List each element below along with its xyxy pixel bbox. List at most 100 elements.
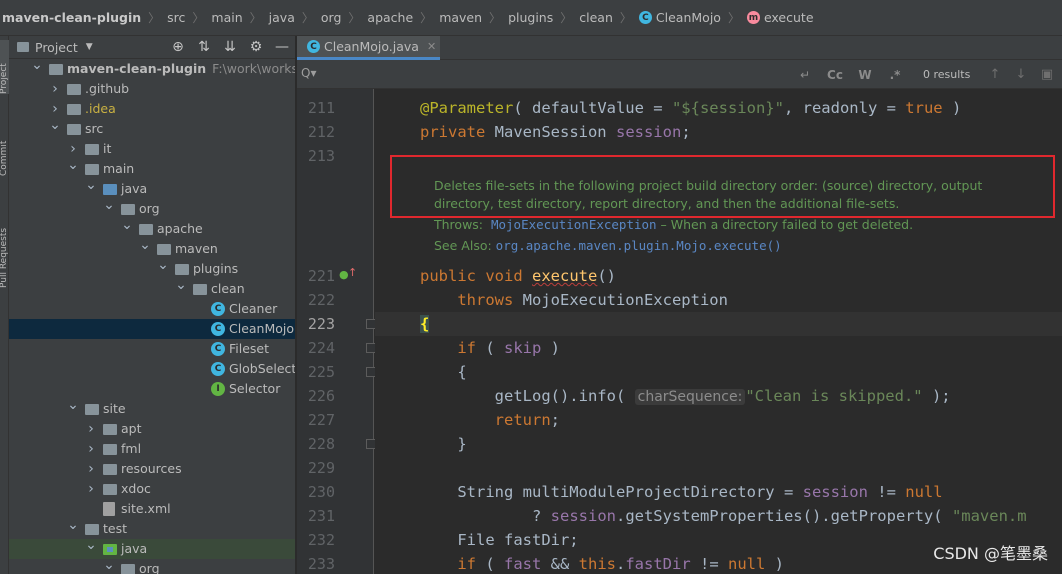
- throws-type-link[interactable]: MojoExecutionException: [491, 217, 657, 232]
- tree-item[interactable]: C GlobSelector: [9, 359, 295, 379]
- tree-item[interactable]: › fml: [9, 439, 295, 459]
- tree-item[interactable]: ⌄ site: [9, 397, 295, 419]
- tree-item[interactable]: › it: [9, 139, 295, 159]
- tree-item-label: org: [139, 559, 160, 574]
- chevron-right-icon[interactable]: ›: [85, 479, 97, 499]
- arrow-up-icon[interactable]: ↑: [982, 67, 1008, 82]
- project-view-selector[interactable]: Project: [35, 40, 78, 55]
- tree-item[interactable]: ⌄ maven: [9, 237, 295, 259]
- chevron-down-icon[interactable]: ⌄: [139, 235, 151, 255]
- collapse-all-icon[interactable]: ⇊: [217, 36, 243, 59]
- minimize-icon[interactable]: —: [269, 36, 295, 59]
- project-tool-tab[interactable]: Project: [0, 40, 9, 94]
- chevron-down-icon[interactable]: ⌄: [49, 115, 61, 135]
- line-number: 231: [307, 507, 335, 525]
- tree-item[interactable]: ⌄ java: [9, 537, 295, 559]
- regex-toggle[interactable]: .*: [880, 68, 910, 82]
- breadcrumb-label: clean: [579, 10, 613, 25]
- tree-item[interactable]: C Cleaner: [9, 299, 295, 319]
- code-line-211: @Parameter( defaultValue = "${session}",…: [420, 99, 962, 117]
- chevron-down-icon[interactable]: ⌄: [157, 255, 169, 275]
- tree-item[interactable]: › xdoc: [9, 479, 295, 499]
- arrow-up-icon[interactable]: ↑: [348, 266, 357, 279]
- chevron-down-icon[interactable]: ▼: [86, 42, 93, 52]
- chevron-right-icon[interactable]: ›: [85, 419, 97, 439]
- find-bar: Q▾ ↵ Cc W .* 0 results ↑ ↓ ▣: [297, 60, 1062, 89]
- tree-item[interactable]: ⌄ src: [9, 117, 295, 139]
- breadcrumb-item[interactable]: plugins: [508, 10, 553, 25]
- tree-item[interactable]: ⌄ org: [9, 557, 295, 574]
- chevron-right-icon[interactable]: ›: [85, 439, 97, 459]
- pull-requests-tool-tab[interactable]: Pull Requests: [0, 196, 9, 288]
- chevron-right-icon[interactable]: ›: [49, 79, 61, 99]
- breadcrumb-item[interactable]: clean: [579, 10, 613, 25]
- breadcrumb-separator-icon: 〉: [489, 11, 502, 25]
- chevron-down-icon[interactable]: ⌄: [175, 275, 187, 295]
- match-case-toggle[interactable]: Cc: [820, 68, 850, 82]
- chevron-down-icon[interactable]: ⌄: [103, 195, 115, 215]
- chevron-down-icon[interactable]: ⌄: [85, 535, 97, 555]
- code-line-233: if ( fast && this.fastDir != null ): [457, 555, 784, 573]
- expand-all-icon[interactable]: ⇅: [191, 36, 217, 59]
- chevron-down-icon[interactable]: ⌄: [31, 55, 43, 75]
- breadcrumb-item[interactable]: m execute: [746, 10, 814, 25]
- tree-item[interactable]: ⌄ test: [9, 517, 295, 539]
- code-line-231: ? session.getSystemProperties().getPrope…: [420, 507, 1027, 525]
- search-icon[interactable]: Q▾: [301, 66, 316, 80]
- breadcrumb-item[interactable]: org: [321, 10, 342, 25]
- tree-item-label: java: [121, 179, 147, 199]
- chevron-down-icon[interactable]: ⌄: [121, 215, 133, 235]
- breadcrumb-item[interactable]: java: [269, 10, 295, 25]
- chevron-right-icon[interactable]: ›: [85, 459, 97, 479]
- replace-icon[interactable]: ↵: [790, 68, 820, 82]
- see-also-link[interactable]: org.apache.maven.plugin.Mojo.execute(): [496, 238, 782, 253]
- breadcrumb-item[interactable]: maven: [439, 10, 482, 25]
- tree-item[interactable]: ⌄ main: [9, 157, 295, 179]
- tree-item-label: apache: [157, 219, 203, 239]
- tree-item[interactable]: C CleanMojo: [9, 319, 295, 339]
- tree-item[interactable]: ⌄ clean: [9, 277, 295, 299]
- tree-item-text: plugins: [193, 261, 239, 276]
- breadcrumb-item[interactable]: src: [167, 10, 185, 25]
- tree-item[interactable]: C Fileset: [9, 339, 295, 359]
- tree-item[interactable]: › .github: [9, 79, 295, 99]
- chevron-down-icon[interactable]: ⌄: [67, 515, 79, 535]
- tree-item-label: resources: [121, 459, 182, 479]
- throws-label: Throws:: [434, 217, 484, 232]
- breadcrumb-separator-icon: 〉: [420, 11, 433, 25]
- tree-item[interactable]: ⌄ org: [9, 197, 295, 219]
- tree-item[interactable]: ⌄ maven-clean-plugin F:\work\workspace\: [9, 57, 295, 79]
- chevron-down-icon[interactable]: ⌄: [85, 175, 97, 195]
- chevron-down-icon[interactable]: ⌄: [103, 555, 115, 574]
- whole-word-toggle[interactable]: W: [850, 68, 880, 82]
- tree-item[interactable]: I Selector: [9, 379, 295, 399]
- tree-item-label: CleanMojo: [229, 319, 294, 339]
- close-icon[interactable]: ✕: [427, 40, 436, 53]
- breadcrumb-item[interactable]: main: [211, 10, 242, 25]
- tree-item[interactable]: ⌄ java: [9, 177, 295, 199]
- commit-tool-tab[interactable]: Commit: [0, 116, 9, 176]
- arrow-down-icon[interactable]: ↓: [1008, 67, 1034, 82]
- tree-item[interactable]: › resources: [9, 459, 295, 479]
- line-number: 226: [307, 387, 335, 405]
- tree-item-label: fml: [121, 439, 141, 459]
- tab-cleanmojo-java[interactable]: C CleanMojo.java ✕: [297, 36, 440, 60]
- gear-icon[interactable]: ⚙: [243, 36, 269, 59]
- folder-icon: [121, 204, 135, 215]
- breadcrumb-item[interactable]: apache: [367, 10, 413, 25]
- chevron-down-icon[interactable]: ⌄: [67, 155, 79, 175]
- select-all-icon[interactable]: ▣: [1034, 67, 1060, 82]
- breadcrumb-item[interactable]: C CleanMojo: [638, 10, 721, 25]
- breadcrumb-item[interactable]: maven-clean-plugin: [2, 10, 141, 25]
- project-tree: ⌄ maven-clean-plugin F:\work\workspace\ › .g…: [9, 57, 295, 574]
- target-icon[interactable]: ⊕: [165, 36, 191, 59]
- watermark: CSDN @笔墨桑: [933, 544, 1048, 563]
- tree-item[interactable]: site.xml: [9, 499, 295, 519]
- line-number: 227: [307, 411, 335, 429]
- line-number: 223: [307, 315, 335, 333]
- chevron-down-icon[interactable]: ⌄: [67, 395, 79, 415]
- tree-item[interactable]: › apt: [9, 419, 295, 439]
- tree-item[interactable]: ⌄ plugins: [9, 257, 295, 279]
- tree-item[interactable]: ⌄ apache: [9, 217, 295, 239]
- line-number: 230: [307, 483, 335, 501]
